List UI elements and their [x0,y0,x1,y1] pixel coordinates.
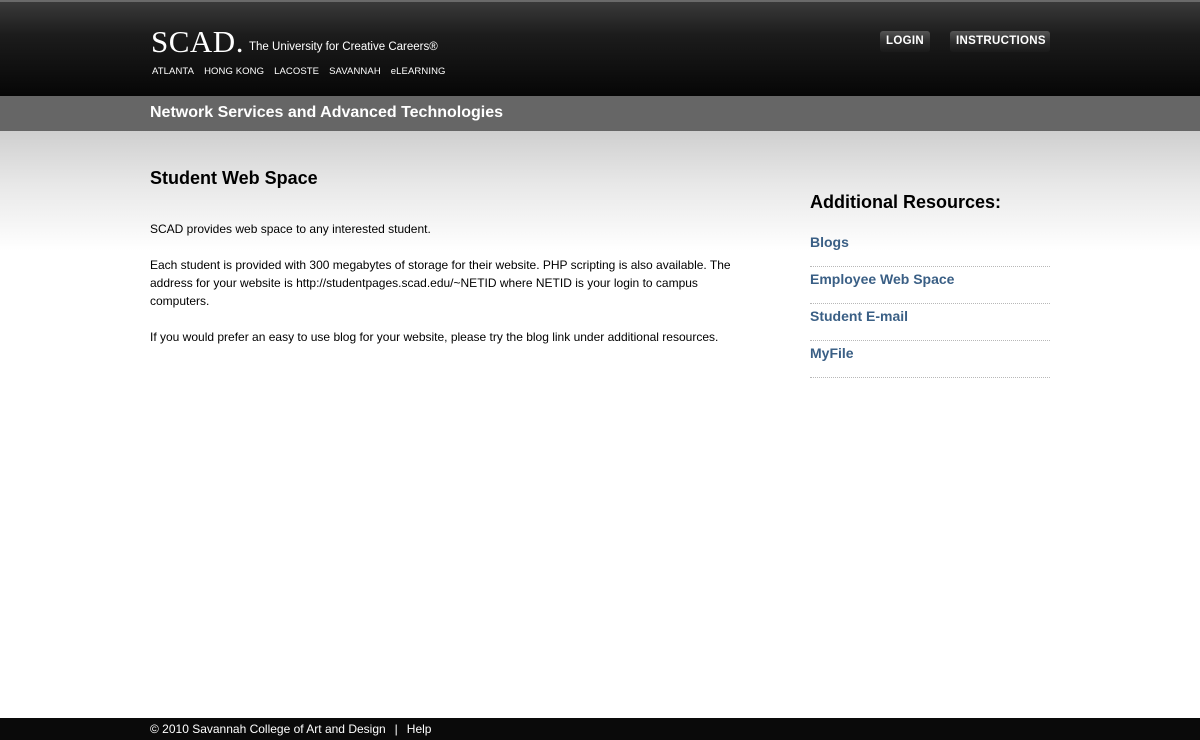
help-link[interactable]: Help [407,722,432,736]
page-title: Student Web Space [150,168,318,188]
section-bar: Network Services and Advanced Technologi… [0,96,1200,131]
logo-wordmark: SCAD. [151,24,244,59]
student-email-link[interactable]: Student E-mail [810,308,908,324]
login-button[interactable]: LOGIN [880,31,930,52]
storage-paragraph: Each student is provided with 300 megaby… [150,258,731,308]
list-item: Blogs [810,230,1050,267]
site-header: SCAD. The University for Creative Career… [0,0,1200,96]
location-elearning: eLEARNING [390,66,446,77]
resources-heading: Additional Resources: [810,192,1002,212]
footer-separator: | [394,722,398,736]
section-title: Network Services and Advanced Technologi… [150,104,503,121]
location-hong-kong: HONG KONG [204,66,265,77]
logo-tagline: The University for Creative Careers® [249,41,438,53]
instructions-button[interactable]: INSTRUCTIONS [950,31,1050,52]
location-lacoste: LACOSTE [274,66,320,77]
myfile-link[interactable]: MyFile [810,345,854,361]
location-atlanta: ATLANTA [152,66,195,77]
main-content: Student Web Space SCAD provides web spac… [150,166,750,344]
location-list: ATLANTA HONG KONG LACOSTE SAVANNAH eLEAR… [152,66,456,77]
blogs-link[interactable]: Blogs [810,234,849,250]
copyright-text: © 2010 Savannah College of Art and Desig… [150,722,386,736]
list-item: Student E-mail [810,304,1050,341]
location-savannah: SAVANNAH [329,66,381,77]
list-item: MyFile [810,341,1050,378]
footer-text: © 2010 Savannah College of Art and Desig… [150,722,431,736]
intro-paragraph: SCAD provides web space to any intereste… [150,222,431,236]
additional-resources: Additional Resources: Blogs Employee Web… [810,190,1050,378]
employee-web-space-link[interactable]: Employee Web Space [810,271,954,287]
list-item: Employee Web Space [810,267,1050,304]
blog-paragraph: If you would prefer an easy to use blog … [150,330,719,344]
site-footer: © 2010 Savannah College of Art and Desig… [0,718,1200,740]
resources-list: Blogs Employee Web Space Student E-mail … [810,230,1050,378]
